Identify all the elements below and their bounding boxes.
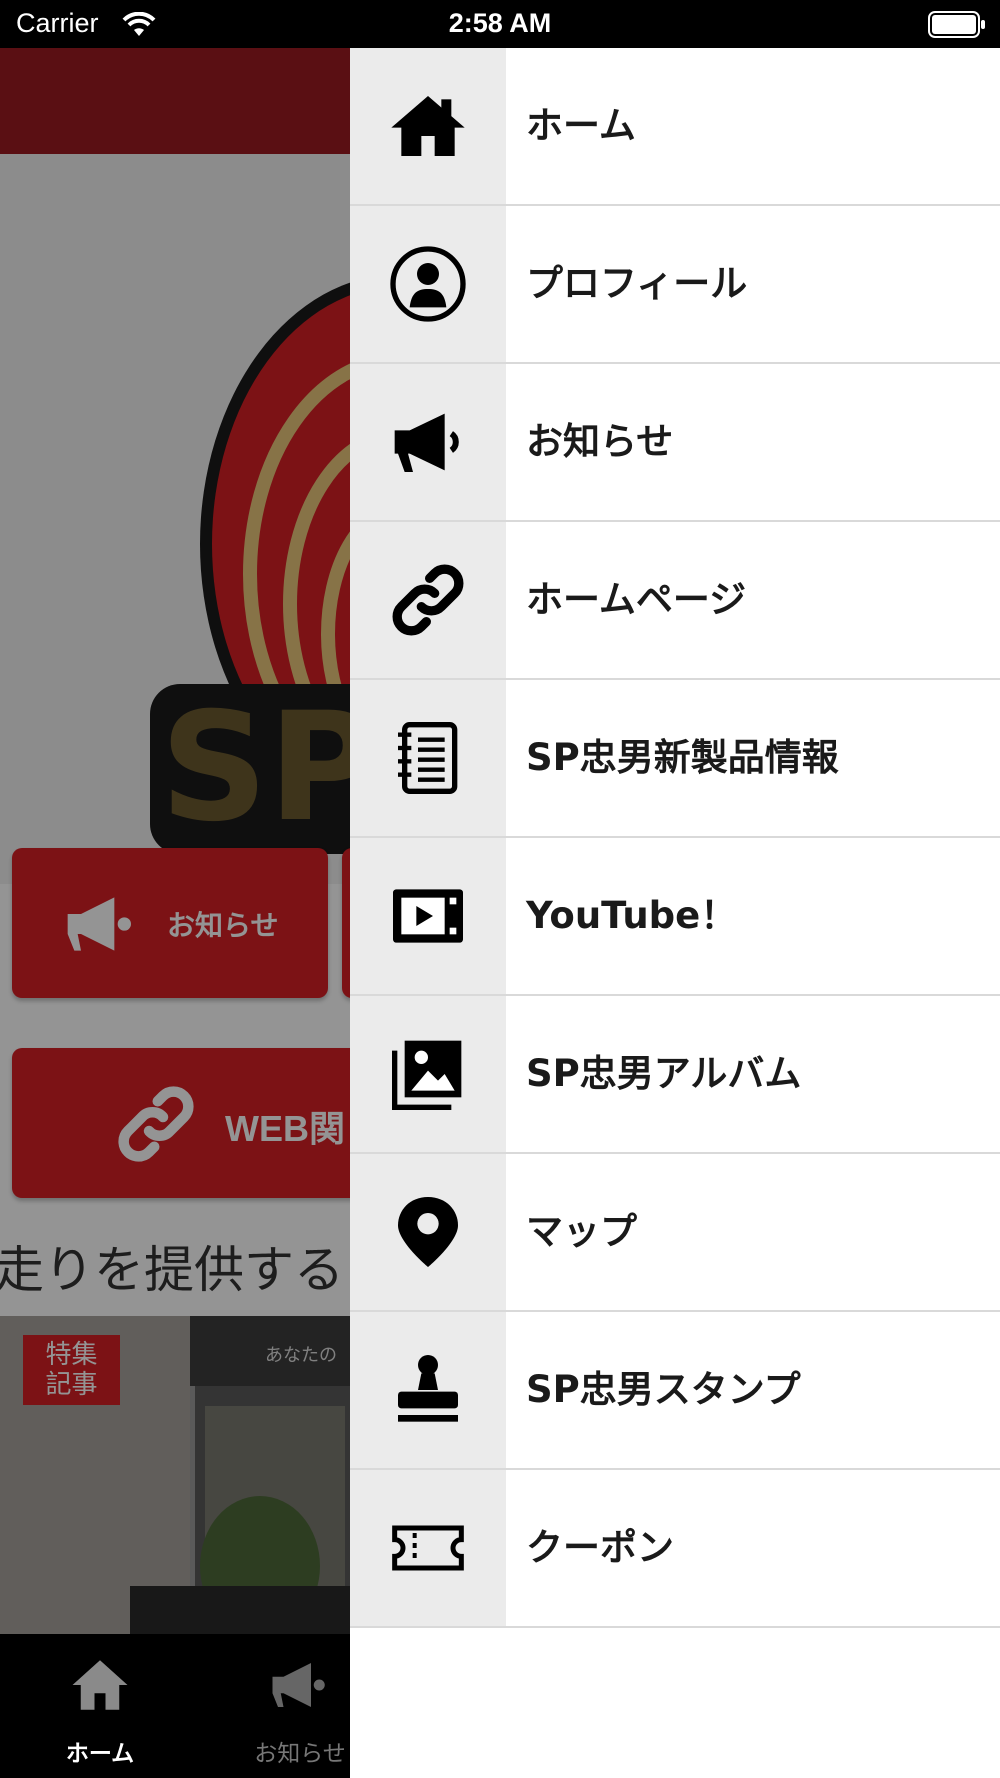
coupon-icon	[392, 1525, 464, 1571]
menu-item-label: ホームページ	[526, 578, 747, 621]
tab-home[interactable]: ホーム	[0, 1634, 200, 1778]
megaphone-icon	[272, 1663, 325, 1707]
menu-item-news[interactable]: お知らせ	[350, 364, 1000, 522]
menu-item-profile[interactable]: プロフィール	[350, 206, 1000, 364]
profile-icon	[390, 246, 466, 322]
tab-home-label: ホーム	[65, 1741, 135, 1767]
map-pin-icon	[398, 1197, 458, 1267]
menu-item-map[interactable]: マップ	[350, 1154, 1000, 1312]
battery-icon	[928, 11, 985, 38]
menu-item-label: SP忠男スタンプ	[526, 1368, 801, 1411]
menu-item-stamp[interactable]: SP忠男スタンプ	[350, 1312, 1000, 1470]
megaphone-icon	[394, 413, 459, 472]
menu-item-label: SP忠男新製品情報	[526, 736, 839, 779]
menu-item-album[interactable]: SP忠男アルバム	[350, 996, 1000, 1154]
menu-item-coupon[interactable]: クーポン	[350, 1470, 1000, 1628]
video-icon	[393, 889, 463, 943]
menu-item-label: YouTube！	[526, 894, 738, 937]
home-icon	[72, 1660, 128, 1710]
home-icon	[391, 96, 465, 156]
menu-item-label: プロフィール	[526, 262, 748, 305]
menu-item-home[interactable]: ホーム	[350, 48, 1000, 206]
tab-news-label: お知らせ	[254, 1741, 346, 1767]
menu-item-homepage[interactable]: ホームページ	[350, 522, 1000, 680]
tab-bar: ホーム お知らせ	[0, 1634, 350, 1778]
link-icon	[392, 564, 464, 636]
menu-item-label: マップ	[526, 1210, 637, 1253]
status-bar: Carrier 2:58 AM	[0, 0, 1000, 48]
menu-item-youtube[interactable]: YouTube！	[350, 838, 1000, 996]
menu-item-label: お知らせ	[526, 420, 674, 463]
menu-item-label: SP忠男アルバム	[526, 1052, 802, 1095]
drawer-scrim[interactable]	[0, 48, 350, 1634]
notebook-icon	[398, 722, 458, 794]
menu-item-label: ホーム	[526, 104, 636, 147]
gallery-icon	[392, 1040, 462, 1110]
status-time: 2:58 AM	[448, 8, 552, 38]
menu-item-new-products[interactable]: SP忠男新製品情報	[350, 680, 1000, 838]
side-drawer: ホーム プロフィール お知らせ ホームページ SP忠男新製品情報 YouTube…	[350, 48, 1000, 1778]
tab-news[interactable]: お知らせ	[200, 1634, 350, 1778]
menu-item-label: クーポン	[526, 1526, 674, 1569]
stamp-icon	[398, 1355, 458, 1422]
